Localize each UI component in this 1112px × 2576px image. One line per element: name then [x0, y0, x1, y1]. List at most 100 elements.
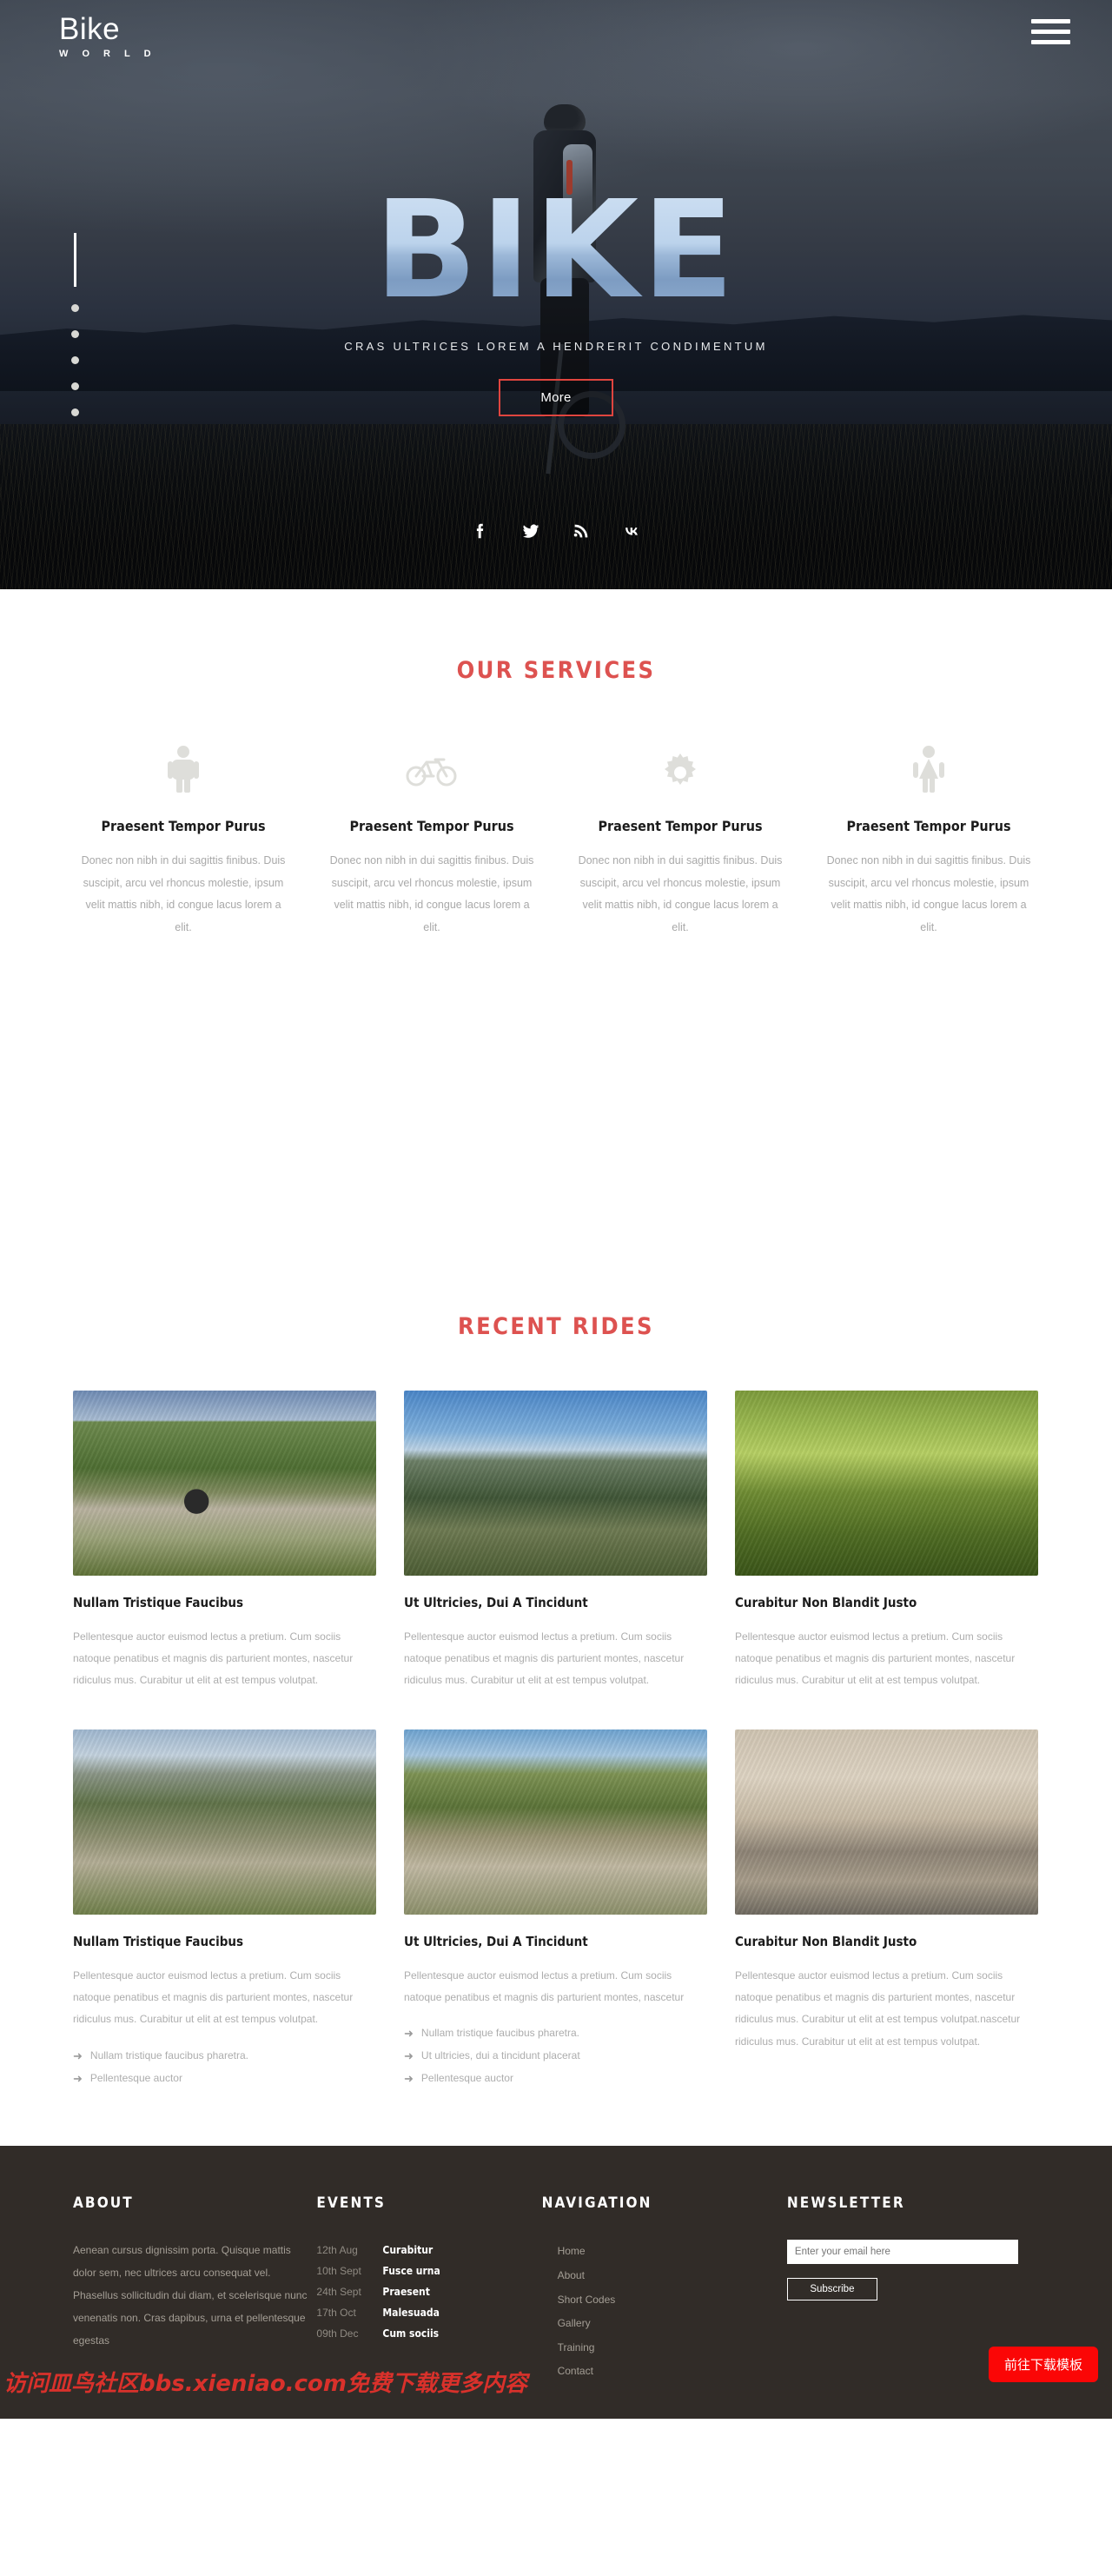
dotnav-dot-1[interactable]: [71, 304, 79, 312]
hero-headline: BIKE: [374, 171, 738, 329]
ride-image[interactable]: [73, 1390, 376, 1576]
service-card: Praesent Tempor Purus Donec non nibh in …: [556, 738, 804, 939]
ride-link[interactable]: ➜ Pellentesque auctor: [404, 2068, 707, 2090]
footer-navigation-title: NAVIGATION: [541, 2194, 652, 2213]
event-date: 09th Dec: [316, 2327, 359, 2340]
bicycle-icon: [327, 738, 537, 800]
hamburger-menu-icon[interactable]: [1031, 19, 1070, 49]
ride-link[interactable]: ➜ Pellentesque auctor: [73, 2068, 376, 2090]
event-date: 12th Aug: [316, 2244, 358, 2257]
event-name: Cum sociis: [382, 2327, 440, 2340]
service-card: Praesent Tempor Purus Donec non nibh in …: [59, 738, 308, 939]
service-text: Donec non nibh in dui sagittis finibus. …: [826, 854, 1031, 933]
ride-image[interactable]: [404, 1390, 707, 1576]
hero-section: Bike W O R L D BIKE CRAS ULTRICES LOREM …: [0, 0, 1112, 589]
newsletter-subscribe-button[interactable]: Subscribe: [786, 2278, 877, 2301]
hero-more-button[interactable]: More: [499, 379, 613, 416]
arrow-right-icon: ➜: [73, 2071, 83, 2085]
ride-title: Curabitur Non Blandit Justo: [735, 1934, 917, 1950]
dotnav-line: [74, 233, 76, 287]
service-card: Praesent Tempor Purus Donec non nibh in …: [308, 738, 556, 939]
footer-nav-item-gallery[interactable]: Gallery: [542, 2312, 787, 2336]
hero-social-links: [0, 521, 1112, 541]
footer-nav-item-about[interactable]: About: [542, 2264, 787, 2288]
facebook-icon[interactable]: [471, 521, 490, 541]
arrow-right-icon: ➜: [404, 2049, 414, 2063]
download-template-cta-button[interactable]: 前往下载模板: [988, 2347, 1098, 2382]
footer-event-item[interactable]: 17th Oct Malesuada: [316, 2302, 541, 2323]
ride-image[interactable]: [73, 1730, 376, 1915]
service-card: Praesent Tempor Purus Donec non nibh in …: [804, 738, 1053, 939]
brand-logo[interactable]: Bike W O R L D: [59, 12, 156, 59]
event-date: 24th Sept: [316, 2286, 361, 2299]
vk-icon[interactable]: [622, 521, 641, 541]
dotnav-dot-2[interactable]: [71, 330, 79, 338]
ride-link-label: Nullam tristique faucibus pharetra.: [420, 2027, 579, 2040]
event-name: Fusce urna: [382, 2265, 440, 2278]
ride-title: Ut Ultricies, Dui A Tincidunt: [404, 1594, 588, 1610]
ride-image[interactable]: [735, 1390, 1038, 1576]
footer-about-column: ABOUT Aenean cursus dignissim porta. Qui…: [73, 2194, 316, 2384]
footer-nav-item-contact[interactable]: Contact: [542, 2360, 787, 2384]
ride-link-label: Ut ultricies, dui a tincidunt placerat: [420, 2049, 580, 2062]
event-name: Malesuada: [382, 2307, 440, 2320]
ride-link[interactable]: ➜ Ut ultricies, dui a tincidunt placerat: [404, 2045, 707, 2068]
footer-nav-item-training[interactable]: Training: [542, 2336, 787, 2360]
services-title: OUR SERVICES: [456, 657, 656, 684]
footer-event-item[interactable]: 09th Dec Cum sociis: [316, 2323, 541, 2344]
ride-text: Pellentesque auctor euismod lectus a pre…: [73, 1630, 354, 1686]
ride-text: Pellentesque auctor euismod lectus a pre…: [404, 1630, 685, 1686]
ride-card: Nullam Tristique Faucibus Pellentesque a…: [73, 1730, 376, 2090]
dotnav-dot-3[interactable]: [71, 356, 79, 364]
services-bottom-spacer: [0, 939, 1112, 1313]
footer-nav-item-home[interactable]: Home: [542, 2240, 787, 2264]
hero-tagline: CRAS ULTRICES LOREM A HENDRERIT CONDIMEN…: [344, 340, 768, 353]
footer-events-title: EVENTS: [316, 2194, 387, 2213]
footer-event-item[interactable]: 24th Sept Praesent: [316, 2281, 541, 2302]
service-title: Praesent Tempor Purus: [101, 818, 266, 834]
newsletter-email-input[interactable]: [786, 2240, 1018, 2265]
ride-link[interactable]: ➜ Nullam tristique faucibus pharetra.: [404, 2022, 707, 2045]
footer-about-title: ABOUT: [73, 2194, 134, 2213]
dotnav-dot-4[interactable]: [71, 382, 79, 390]
footer-nav-list: Home About Short Codes Gallery Training …: [542, 2240, 787, 2384]
recent-rides-section: RECENT RIDES Nullam Tristique Faucibus P…: [0, 1312, 1112, 2147]
brand-name: Bike: [59, 12, 121, 46]
services-section: OUR SERVICES Praesent Tempor Purus Donec…: [0, 589, 1112, 1313]
footer-nav-item-short-codes[interactable]: Short Codes: [542, 2288, 787, 2313]
event-name: Curabitur: [382, 2244, 434, 2257]
service-title: Praesent Tempor Purus: [598, 818, 763, 834]
female-figure-icon: [824, 738, 1034, 800]
ride-links: ➜ Nullam tristique faucibus pharetra. ➜ Ut…: [404, 2022, 707, 2090]
twitter-icon[interactable]: [521, 521, 540, 541]
ride-card: Ut Ultricies, Dui A Tincidunt Pellentesq…: [404, 1390, 707, 1692]
hamburger-bar: [1031, 30, 1070, 34]
ride-text: Pellentesque auctor euismod lectus a pre…: [404, 1969, 685, 2004]
slide-dot-navigation[interactable]: [71, 233, 79, 435]
ride-text: Pellentesque auctor euismod lectus a pre…: [735, 1969, 1021, 2048]
arrow-right-icon: ➜: [404, 2027, 414, 2041]
ride-link-label: Pellentesque auctor: [89, 2071, 182, 2084]
event-date: 17th Oct: [316, 2307, 356, 2320]
ride-card: Curabitur Non Blandit Justo Pellentesque…: [735, 1730, 1038, 2090]
service-text: Donec non nibh in dui sagittis finibus. …: [81, 854, 286, 933]
event-date: 10th Sept: [316, 2265, 361, 2278]
rides-row-2: Nullam Tristique Faucibus Pellentesque a…: [0, 1730, 1112, 2090]
ride-image[interactable]: [404, 1730, 707, 1915]
footer-events-column: EVENTS 12th Aug Curabitur 10th Sept Fusce …: [316, 2194, 541, 2384]
event-name: Praesent: [382, 2286, 430, 2299]
rides-row-1: Nullam Tristique Faucibus Pellentesque a…: [0, 1390, 1112, 1692]
footer-event-item[interactable]: 10th Sept Fusce urna: [316, 2261, 541, 2281]
ride-card: Ut Ultricies, Dui A Tincidunt Pellentesq…: [404, 1730, 707, 2090]
footer-event-item[interactable]: 12th Aug Curabitur: [316, 2240, 541, 2261]
service-title: Praesent Tempor Purus: [349, 818, 514, 834]
rss-icon[interactable]: [572, 521, 591, 541]
dotnav-dot-5[interactable]: [71, 408, 79, 416]
footer-navigation-column: NAVIGATION Home About Short Codes Galler…: [542, 2194, 787, 2384]
ride-link-label: Nullam tristique faucibus pharetra.: [89, 2048, 248, 2061]
ride-card: Nullam Tristique Faucibus Pellentesque a…: [73, 1390, 376, 1692]
site-footer: ABOUT Aenean cursus dignissim porta. Qui…: [0, 2146, 1112, 2419]
ride-title: Nullam Tristique Faucibus: [73, 1934, 244, 1950]
ride-link[interactable]: ➜ Nullam tristique faucibus pharetra.: [73, 2045, 376, 2068]
ride-image[interactable]: [735, 1730, 1038, 1915]
